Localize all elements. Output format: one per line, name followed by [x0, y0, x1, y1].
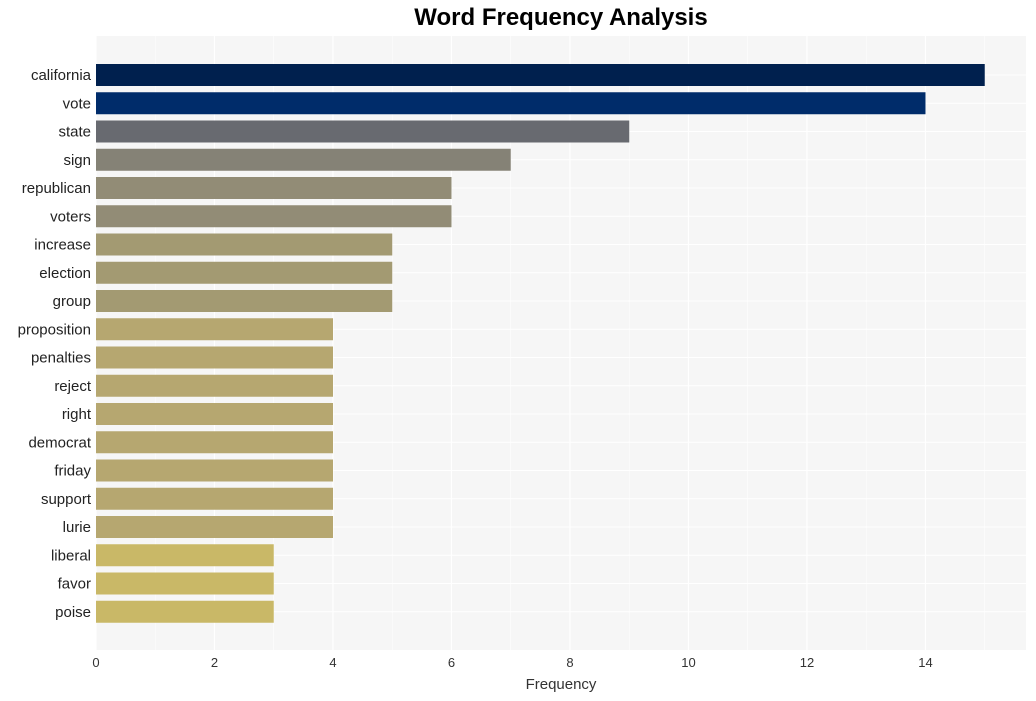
bar-california — [96, 64, 985, 86]
x-tick-label: 12 — [800, 655, 814, 670]
y-tick-label: republican — [22, 180, 91, 197]
bar-proposition — [96, 318, 333, 341]
y-tick-label: right — [62, 406, 92, 423]
x-tick-label: 14 — [918, 655, 932, 670]
bar-democrat — [96, 431, 333, 454]
x-tick-label: 8 — [566, 655, 573, 670]
bar-poise — [96, 600, 274, 623]
x-tick-label: 6 — [448, 655, 455, 670]
bar-voters — [96, 205, 452, 228]
y-tick-label: election — [39, 265, 91, 282]
bar-state — [96, 120, 630, 143]
y-tick-label: reject — [54, 378, 92, 395]
x-axis-label: Frequency — [526, 676, 597, 693]
y-tick-label: democrat — [28, 434, 91, 451]
bar-chart: california vote state sign republican voters i… — [18, 36, 1026, 693]
bar-reject — [96, 374, 333, 397]
y-tick-label: voters — [50, 208, 91, 225]
x-tick-label: 0 — [92, 655, 99, 670]
bar-vote — [96, 92, 926, 115]
y-tick-label: group — [53, 293, 91, 310]
bar-sign — [96, 148, 511, 171]
y-tick-label: friday — [54, 463, 91, 480]
bar-group — [96, 290, 393, 312]
bar-liberal — [96, 544, 274, 567]
y-tick-labels: california vote state sign republican voters i… — [18, 67, 92, 621]
y-tick-label: support — [41, 491, 92, 508]
bar-republican — [96, 177, 452, 199]
bar-support — [96, 487, 333, 510]
bar-favor — [96, 572, 274, 595]
y-tick-label: vote — [63, 95, 91, 112]
y-tick-label: poise — [55, 604, 91, 621]
y-tick-label: proposition — [18, 321, 91, 338]
x-tick-label: 4 — [329, 655, 336, 670]
y-tick-label: liberal — [51, 547, 91, 564]
y-tick-label: lurie — [63, 519, 91, 536]
bar-right — [96, 403, 333, 425]
bar-increase — [96, 233, 393, 256]
bar-lurie — [96, 516, 333, 538]
bar-friday — [96, 459, 333, 482]
x-tick-label: 2 — [211, 655, 218, 670]
x-tick-label: 10 — [681, 655, 695, 670]
y-tick-label: california — [31, 67, 92, 84]
y-tick-label: increase — [34, 237, 91, 254]
y-tick-label: penalties — [31, 350, 91, 367]
x-tick-labels: 0 2 4 6 8 10 12 14 — [92, 655, 932, 670]
y-tick-label: favor — [58, 576, 91, 593]
y-tick-label: state — [58, 124, 91, 141]
y-tick-label: sign — [63, 152, 91, 169]
bar-penalties — [96, 346, 333, 369]
bar-election — [96, 261, 393, 284]
